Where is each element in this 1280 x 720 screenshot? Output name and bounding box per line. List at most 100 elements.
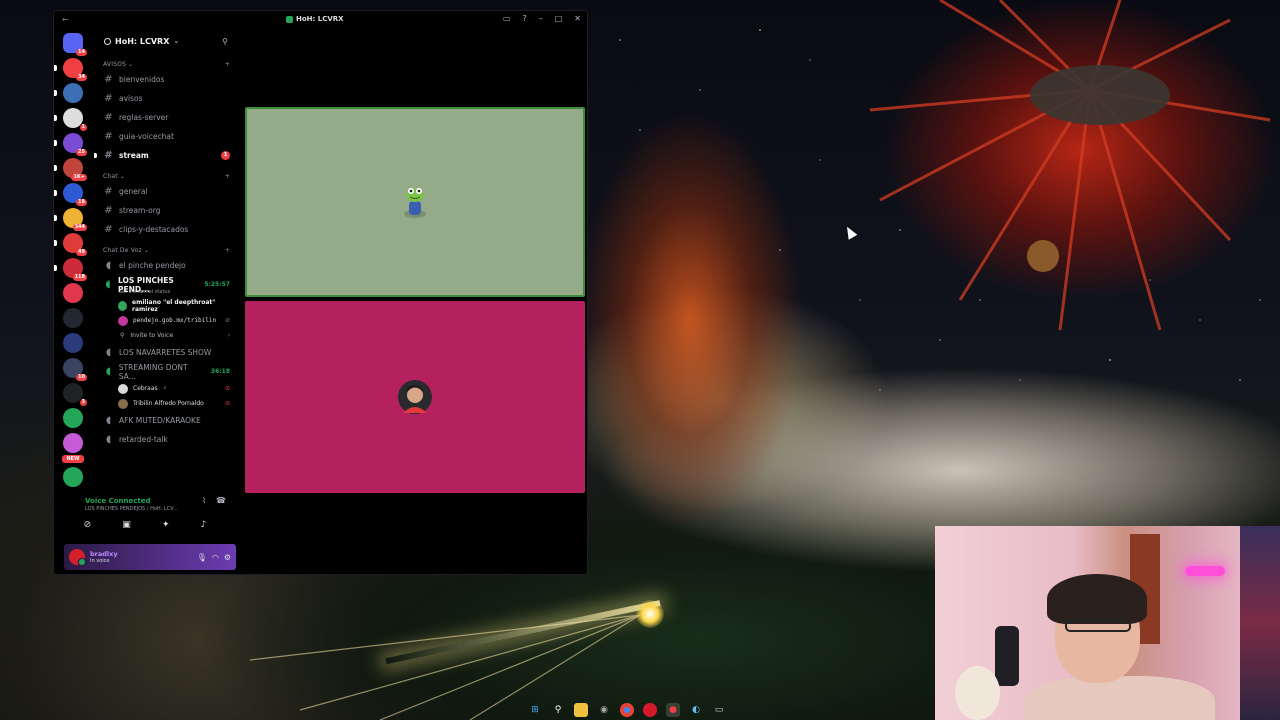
server-icon[interactable]: 3 — [63, 383, 87, 406]
app-red-icon[interactable] — [643, 703, 657, 717]
voice-channel-1[interactable]: ◖ el pinche pendejo — [92, 256, 236, 275]
add-channel-icon[interactable]: + — [225, 173, 230, 180]
server-icon[interactable]: 118 — [54, 258, 87, 281]
hash-icon: # — [104, 112, 113, 123]
user-avatar — [398, 380, 432, 414]
windows-start-icon[interactable]: ⊞ — [528, 703, 542, 717]
discord-window: ← HoH: LCVRX ▭ ? – □ ✕ 14 34 1 25 1K+ 18 344 49… — [53, 10, 588, 575]
add-channel-icon[interactable]: + — [225, 247, 230, 254]
channel-label: stream-org — [119, 206, 161, 215]
steam-icon[interactable]: ◐ — [689, 703, 703, 717]
server-icon[interactable]: 1K+ — [54, 158, 87, 181]
text-channel[interactable]: # stream-org — [92, 201, 236, 220]
voice-actions: ⊘ ▣ ✦ ♪ — [54, 512, 236, 530]
obs-icon[interactable]: ● — [666, 703, 680, 717]
add-user-icon: ⚲ — [120, 332, 125, 339]
window-title: HoH: LCVRX — [286, 15, 344, 23]
text-channel[interactable]: # avisos — [92, 89, 236, 108]
server-icon[interactable]: 14 — [63, 33, 87, 56]
category-voz[interactable]: Chat De Voz ⌄ + — [92, 239, 236, 256]
help-icon[interactable]: ? — [522, 14, 526, 23]
server-icon[interactable]: 1 — [54, 108, 87, 131]
user-panel[interactable]: bradlxy In voice 🎙︎ ◠ ⚙ — [64, 544, 236, 570]
app-icon[interactable]: ◉ — [597, 703, 611, 717]
unread-pill — [54, 240, 57, 246]
voice-member[interactable]: emiliano "el deepthroat" ramirez — [92, 298, 236, 313]
speaker-icon: ◖ — [105, 434, 112, 445]
text-channel[interactable]: # reglas-server — [92, 108, 236, 127]
text-channel[interactable]: # bienvenidos — [92, 70, 236, 89]
channel-label: retarded-talk — [119, 435, 168, 444]
plush-toy — [955, 666, 1000, 720]
server-icon[interactable] — [63, 283, 83, 303]
voice-member[interactable]: pendejo.gob.mx/tribilin ⊘ — [92, 313, 236, 328]
unread-indicator — [94, 153, 97, 158]
username: bradlxy — [90, 550, 118, 558]
microphone-icon[interactable]: 🎙︎ — [197, 553, 207, 562]
activities-icon[interactable]: ✦ — [162, 520, 170, 530]
search-icon[interactable]: ⚲ — [551, 703, 565, 717]
server-icon[interactable]: 344 — [54, 208, 87, 231]
muted-icon: ⊘ — [224, 317, 230, 324]
server-icon[interactable] — [63, 333, 83, 353]
server-icon[interactable]: 34 — [54, 58, 87, 81]
server-name: HoH: LCVRX — [115, 36, 170, 46]
server-icon[interactable]: 25 — [54, 133, 87, 156]
disconnect-icon[interactable]: ☎ — [216, 496, 226, 505]
settings-gear-icon[interactable]: ⚙ — [224, 553, 231, 562]
category-avisos[interactable]: AVISOS ⌄ + — [92, 53, 236, 70]
text-channel[interactable]: # general — [92, 182, 236, 201]
file-explorer-icon[interactable] — [574, 703, 588, 717]
soundboard-icon[interactable]: ♪ — [201, 520, 207, 530]
hash-icon: # — [104, 205, 113, 216]
participant-tile[interactable] — [245, 301, 585, 493]
voice-channel-6[interactable]: ◖ retarded-talk — [92, 430, 236, 449]
server-icon[interactable]: 18 — [54, 183, 87, 206]
text-channel[interactable]: # guia-voicechat — [92, 127, 236, 146]
server-icon[interactable] — [63, 408, 83, 428]
noise-suppression-icon[interactable]: ⌇ — [202, 496, 206, 505]
category-label: Chat — [103, 173, 118, 180]
add-channel-icon[interactable]: + — [225, 61, 230, 68]
inbox-icon[interactable]: ▭ — [503, 14, 511, 23]
server-header[interactable]: HoH: LCVRX ⌄ ⚲ — [92, 29, 236, 53]
participant-tile[interactable] — [245, 107, 585, 297]
voice-member[interactable]: Cebraas ⚡ ⊘ — [92, 381, 236, 396]
invite-to-voice[interactable]: ⚲ Invite to Voice › — [92, 328, 236, 343]
server-icon[interactable]: 49 — [54, 233, 87, 256]
chrome-icon[interactable] — [620, 703, 634, 717]
back-arrow-icon[interactable]: ← — [62, 15, 69, 24]
member-name: emiliano "el deepthroat" ramirez — [132, 298, 216, 313]
server-icon[interactable] — [63, 433, 83, 453]
close-button[interactable]: ✕ — [574, 14, 581, 23]
text-channel[interactable]: # clips-y-destacados — [92, 220, 236, 239]
headphones-icon[interactable]: ◠ — [212, 553, 219, 562]
terminal-icon[interactable]: ▭ — [712, 703, 726, 717]
channel-stream[interactable]: # stream 1 — [92, 146, 236, 165]
maximize-button[interactable]: □ — [555, 14, 563, 23]
voice-channel-2[interactable]: ◖ LOS PINCHES PEND... 5:25:57 — [92, 275, 236, 294]
server-icon[interactable] — [63, 467, 83, 487]
server-icon[interactable] — [63, 308, 83, 328]
hash-icon: # — [104, 93, 113, 104]
chevron-down-icon: ⌄ — [119, 173, 126, 180]
invite-label: Invite to Voice — [130, 332, 174, 339]
unread-pill — [54, 165, 57, 171]
mention-badge: 1K+ — [71, 174, 87, 181]
voice-connected-channel[interactable]: LOS PINCHES PENDEJOS / HoH: LCV... — [54, 505, 236, 512]
server-icon[interactable]: 10 — [63, 358, 87, 381]
minimize-button[interactable]: – — [539, 14, 543, 23]
server-icon[interactable] — [54, 83, 83, 103]
camera-off-icon[interactable]: ⊘ — [84, 520, 92, 530]
voice-channel-5[interactable]: ◖ AFK MUTED/KARAOKE — [92, 411, 236, 430]
neon-light — [1185, 566, 1225, 576]
avatar — [118, 398, 128, 409]
voice-member[interactable]: Tribilin Alfredo Pornaldo ⊘ — [92, 396, 236, 411]
screen-share-icon[interactable]: ▣ — [122, 520, 131, 530]
voice-channel-3[interactable]: ◖ LOS NAVARRETES SHOW — [92, 343, 236, 362]
category-chat[interactable]: Chat ⌄ + — [92, 165, 236, 182]
add-member-icon[interactable]: ⚲ — [222, 37, 228, 46]
voice-channel-4[interactable]: ◖ STREAMING DONT SA... 36:18 — [92, 362, 236, 381]
avatar[interactable] — [69, 549, 86, 566]
channel-label: bienvenidos — [119, 75, 165, 84]
